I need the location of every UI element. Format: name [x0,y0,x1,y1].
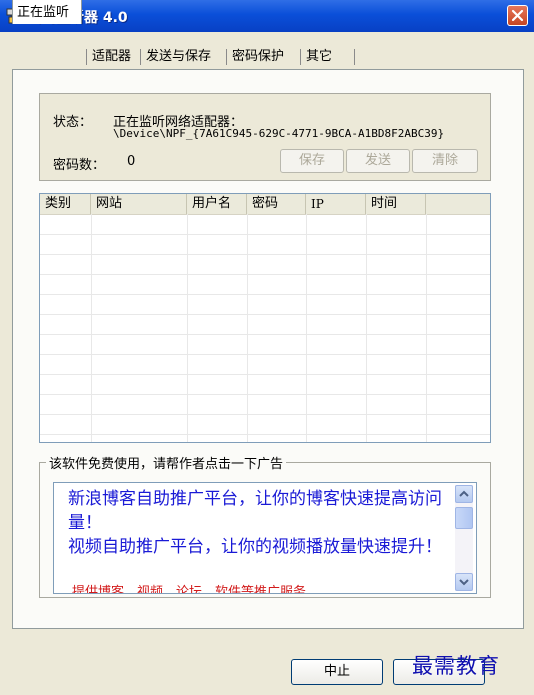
clear-button[interactable]: 清除 [412,149,478,173]
tab-password-protect[interactable]: 密码保护 [228,45,288,69]
table-row-line [40,374,490,375]
tab-separator [86,49,87,65]
ad-line-blog[interactable]: 新浪博客自助推广平台，让你的博客快速提高访问量！ [68,489,442,533]
table-header: 类别 网站 用户名 密码 IP 时间 [40,194,490,215]
scroll-up-icon [459,490,469,497]
password-count-label: 密码数： [53,158,106,173]
table-column-line [187,214,188,442]
main-window: 密码监听器 4.0 正在监听 适配器 发送与保存 密码保护 其它 状态： 正在监… [0,0,534,695]
scroll-down-icon [459,579,469,586]
column-header-category[interactable]: 类别 [40,194,91,214]
send-button[interactable]: 发送 [346,149,410,173]
table-row-line [40,294,490,295]
column-header-username[interactable]: 用户名 [187,194,247,214]
table-row-line [40,334,490,335]
table-column-line [366,214,367,442]
watermark-logo: 最需教育 [412,654,500,678]
password-count-value: 0 [127,154,136,169]
column-header-ip[interactable]: IP [306,194,366,214]
ad-scrollbar[interactable] [455,485,473,591]
stop-button[interactable]: 中止 [291,659,383,685]
table-column-line [91,214,92,442]
tab-separator [354,49,355,65]
tab-send-save[interactable]: 发送与保存 [142,45,215,69]
column-header-time[interactable]: 时间 [366,194,426,214]
tab-separator [300,49,301,65]
tab-other[interactable]: 其它 [302,45,336,69]
ad-caption: 该软件免费使用，请帮作者点击一下广告 [46,453,287,472]
ad-box[interactable]: 新浪博客自助推广平台，让你的博客快速提高访问量！ 视频自助推广平台，让你的视频播… [53,482,477,594]
table-column-line [247,214,248,442]
status-label: 状态： [53,115,93,130]
column-header-website[interactable]: 网站 [91,194,187,214]
table-row-line [40,354,490,355]
scroll-down-button[interactable] [455,573,473,591]
table-column-line [426,214,427,442]
ad-text[interactable]: 新浪博客自助推广平台，让你的博客快速提高访问量！ 视频自助推广平台，让你的视频播… [68,487,446,559]
ad-line-video[interactable]: 视频自助推广平台，让你的视频播放量快速提升！ [68,537,442,557]
table-row-line [40,434,490,435]
tab-adapter[interactable]: 适配器 [88,45,135,69]
table-row-line [40,414,490,415]
save-button[interactable]: 保存 [280,149,344,173]
table-column-line [306,214,307,442]
table-row-line [40,314,490,315]
tab-listening[interactable]: 正在监听 [12,0,82,24]
ad-line-services[interactable]: 提供博客、视频、论坛、软件等推广服务 [72,581,306,593]
scroll-up-button[interactable] [455,485,473,503]
tab-separator [226,49,227,65]
table-row-line [40,254,490,255]
table-row-line [40,394,490,395]
password-table[interactable]: 类别 网站 用户名 密码 IP 时间 [39,193,491,443]
close-icon [511,9,524,22]
close-button[interactable] [507,5,528,26]
table-row-line [40,274,490,275]
table-row-line [40,234,490,235]
adapter-path: \Device\NPF_{7A61C945-629C-4771-9BCA-A1B… [113,127,445,140]
scroll-thumb[interactable] [455,507,473,529]
tab-separator [140,49,141,65]
column-header-password[interactable]: 密码 [247,194,306,214]
